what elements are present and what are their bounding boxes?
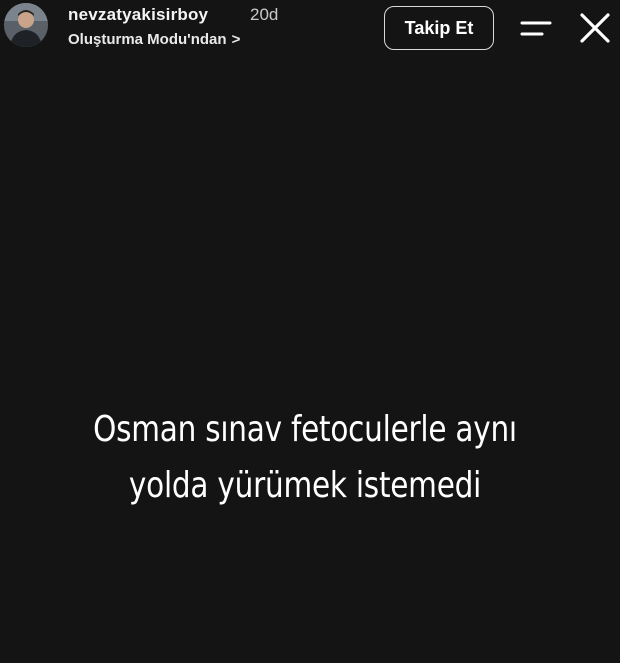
avatar[interactable] (4, 3, 48, 47)
story-text-line-1: Osman sınav fetoculerle aynı (93, 409, 517, 450)
user-avatar-icon (4, 3, 48, 47)
close-icon (580, 13, 610, 43)
story-header: nevzatyakisirboy 20d Oluşturma Modu'ndan… (0, 0, 620, 60)
chevron-right-icon: > (231, 31, 241, 48)
menu-icon (520, 21, 552, 36)
follow-button[interactable]: Takip Et (384, 6, 494, 50)
username[interactable]: nevzatyakisirboy (68, 5, 208, 25)
menu-button[interactable] (516, 12, 556, 46)
timestamp: 20d (250, 5, 279, 24)
story-view: nevzatyakisirboy 20d Oluşturma Modu'ndan… (0, 0, 620, 663)
create-mode-link[interactable]: Oluşturma Modu'ndan > (68, 31, 240, 48)
story-text-line-2: yolda yürümek istemedi (128, 465, 482, 506)
create-mode-label: Oluşturma Modu'ndan (68, 31, 227, 48)
close-button[interactable] (576, 9, 614, 47)
story-text: Osman sınav fetoculerle aynı yolda yürüm… (55, 402, 555, 514)
